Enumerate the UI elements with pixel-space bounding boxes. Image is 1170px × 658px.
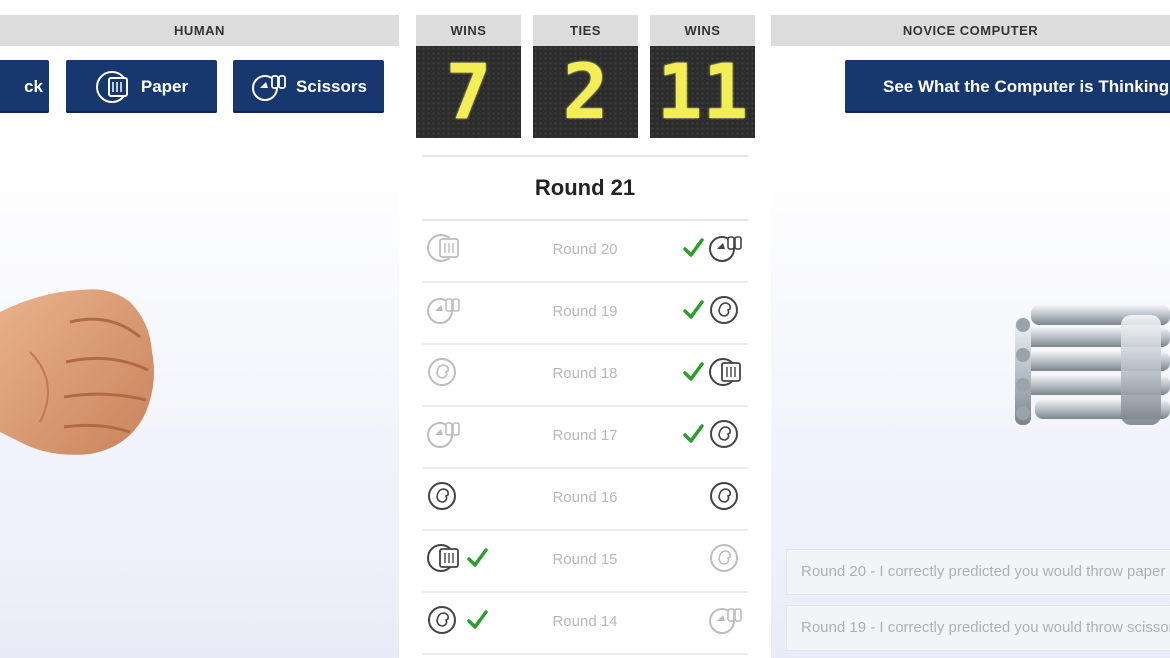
history-row: Round 18 (422, 343, 748, 407)
rock-icon (426, 356, 462, 393)
scissors-button-label: Scissors (296, 76, 367, 96)
rock-button-label: ck (24, 76, 43, 96)
see-computer-thinking-label: See What the Computer is Thinking (883, 76, 1170, 96)
history-round-label: Round 16 (552, 489, 618, 506)
scissors-icon (708, 232, 744, 269)
check-icon (466, 609, 488, 636)
computer-throw (708, 543, 744, 577)
robot-hand-image (1015, 305, 1170, 425)
human-throw (426, 481, 462, 515)
rock-icon (708, 480, 744, 517)
history-row: Round 20 (422, 219, 748, 283)
ties-column: TIES 2 (533, 15, 638, 138)
rock-button[interactable]: ck (0, 60, 49, 113)
score-panel: WINS 7 TIES 2 WINS 11 Round 21 Round 20 R… (402, 0, 768, 658)
human-throw (426, 419, 462, 453)
scissors-icon (708, 604, 744, 641)
paper-button[interactable]: Paper (66, 60, 217, 113)
human-throw (426, 543, 488, 577)
paper-icon (708, 356, 744, 393)
computer-throw (708, 481, 744, 515)
history-row: Round 15 (422, 529, 748, 593)
history-row: Round 19 (422, 281, 748, 345)
check-icon (682, 423, 704, 450)
computer-message-1: Round 20 - I correctly predicted you wou… (786, 549, 1170, 595)
computer-header: NOVICE COMPUTER (771, 15, 1170, 46)
computer-throw (682, 357, 744, 391)
rock-icon (708, 542, 744, 579)
history-row: Round 14 (422, 591, 748, 655)
computer-throw (682, 419, 744, 453)
computer-throw (682, 295, 744, 329)
human-wins-display: 7 (416, 46, 521, 138)
rock-icon (426, 480, 462, 517)
human-header: HUMAN (0, 15, 399, 46)
human-throw (426, 233, 462, 267)
ties-label: TIES (533, 15, 638, 46)
human-throw (426, 357, 462, 391)
rock-icon (426, 604, 462, 641)
rock-icon (708, 294, 744, 331)
human-fist-image (0, 289, 154, 455)
human-wins-label: WINS (416, 15, 521, 46)
paper-icon (426, 232, 462, 269)
paper-icon (426, 542, 462, 579)
human-panel: HUMAN ck Paper Scissors (0, 0, 399, 658)
check-icon (466, 547, 488, 574)
computer-throw (708, 605, 744, 639)
paper-icon (95, 70, 128, 103)
computer-wins-display: 11 (650, 46, 755, 138)
see-computer-thinking-button[interactable]: See What the Computer is Thinking (845, 60, 1170, 113)
computer-wins-column: WINS 11 (650, 15, 755, 138)
check-icon (682, 299, 704, 326)
check-icon (682, 237, 704, 264)
human-wins-column: WINS 7 (416, 15, 521, 138)
scissors-icon (426, 294, 462, 331)
computer-message-2: Round 19 - I correctly predicted you wou… (786, 605, 1170, 651)
scissors-icon (426, 418, 462, 455)
computer-panel: NOVICE COMPUTER See What the Computer is… (771, 0, 1170, 658)
rock-icon (708, 418, 744, 455)
human-throw (426, 295, 462, 329)
computer-wins-label: WINS (650, 15, 755, 46)
scissors-icon (252, 74, 286, 101)
check-icon (682, 361, 704, 388)
history-row: Round 16 (422, 467, 748, 531)
current-round-title: Round 21 (422, 155, 748, 221)
history-row: Round 17 (422, 405, 748, 469)
scissors-button[interactable]: Scissors (233, 60, 384, 113)
human-throw (426, 605, 488, 639)
paper-button-label: Paper (140, 76, 189, 96)
computer-throw (682, 233, 744, 267)
ties-display: 2 (533, 46, 638, 138)
